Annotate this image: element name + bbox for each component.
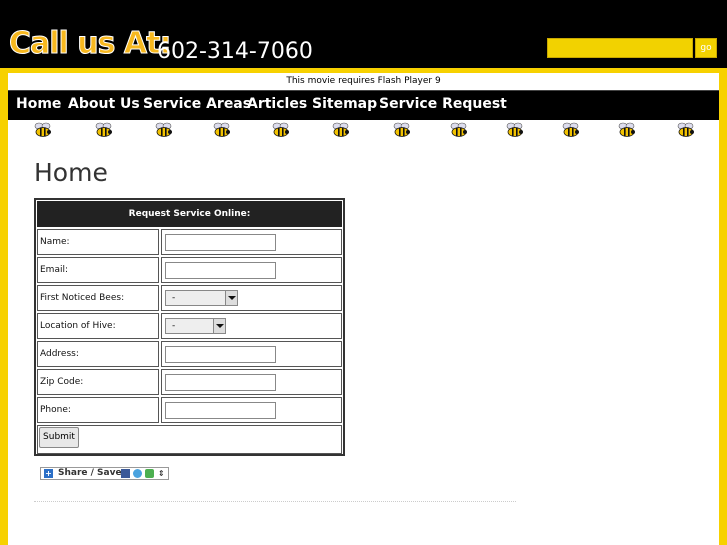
- first-noticed-label-cell: First Noticed Bees:: [37, 285, 159, 311]
- nav-item-about-us[interactable]: About Us: [68, 96, 140, 112]
- submit-cell: [37, 425, 342, 454]
- address-input[interactable]: [165, 346, 276, 363]
- first-noticed-select[interactable]: -: [165, 290, 238, 306]
- phone-label: Phone:: [40, 405, 71, 415]
- email-label-cell: Email:: [37, 257, 159, 283]
- hive-location-select[interactable]: -: [165, 318, 226, 334]
- name-label-cell: Name:: [37, 229, 159, 255]
- hive-location-label-cell: Location of Hive:: [37, 313, 159, 339]
- search-button[interactable]: go: [695, 38, 717, 58]
- phone-label-cell: Phone:: [37, 397, 159, 423]
- divider: [34, 501, 516, 502]
- phone-number: 602-314-7060: [157, 39, 313, 64]
- first-noticed-value: -: [172, 293, 176, 303]
- nav-item-sitemap[interactable]: Sitemap: [312, 96, 377, 112]
- chevron-down-icon: [213, 319, 225, 333]
- bee-icon: [506, 122, 523, 137]
- bee-border: [8, 121, 719, 141]
- nav-item-service-request[interactable]: Service Request: [379, 96, 507, 112]
- zip-label-cell: Zip Code:: [37, 369, 159, 395]
- search-input[interactable]: [547, 38, 693, 58]
- address-label-cell: Address:: [37, 341, 159, 367]
- zip-input-cell: [161, 369, 342, 395]
- bee-icon: [562, 122, 579, 137]
- email-label: Email:: [40, 265, 69, 275]
- main-nav: Home About Us Service Areas Articles Sit…: [8, 90, 719, 120]
- site-header: Call us At: 602-314-7060 go: [0, 0, 727, 68]
- facebook-icon: [121, 469, 130, 478]
- flash-notice: This movie requires Flash Player 9: [286, 76, 441, 86]
- service-request-form: Request Service Online: Name: Email: Fir…: [34, 198, 345, 456]
- nav-item-home[interactable]: Home: [16, 96, 61, 112]
- share-label: Share / Save: [58, 468, 122, 478]
- share-icon: [145, 469, 154, 478]
- phone-input[interactable]: [165, 402, 276, 419]
- share-save-button[interactable]: + Share / Save ⇕: [40, 467, 169, 480]
- twitter-icon: [133, 469, 142, 478]
- bee-icon: [95, 122, 112, 137]
- chevron-updown-icon: ⇕: [158, 469, 165, 478]
- phone-input-cell: [161, 397, 342, 423]
- first-noticed-input-cell: -: [161, 285, 342, 311]
- nav-item-articles[interactable]: Articles: [247, 96, 307, 112]
- share-plus-icon: +: [44, 469, 53, 478]
- page-title: Home: [34, 158, 108, 187]
- chevron-down-icon: [225, 291, 237, 305]
- address-input-cell: [161, 341, 342, 367]
- bee-icon: [618, 122, 635, 137]
- bee-icon: [450, 122, 467, 137]
- hive-location-label: Location of Hive:: [40, 321, 116, 331]
- bee-icon: [213, 122, 230, 137]
- nav-item-service-areas[interactable]: Service Areas: [143, 96, 251, 112]
- name-label: Name:: [40, 237, 70, 247]
- hive-location-value: -: [172, 321, 176, 331]
- bee-icon: [34, 122, 51, 137]
- form-heading: Request Service Online:: [37, 201, 342, 227]
- email-input[interactable]: [165, 262, 276, 279]
- name-input-cell: [161, 229, 342, 255]
- zip-input[interactable]: [165, 374, 276, 391]
- bee-icon: [272, 122, 289, 137]
- address-label: Address:: [40, 349, 79, 359]
- bee-icon: [332, 122, 349, 137]
- zip-label: Zip Code:: [40, 377, 84, 387]
- first-noticed-label: First Noticed Bees:: [40, 293, 125, 303]
- submit-button[interactable]: Submit: [39, 427, 79, 448]
- hive-location-input-cell: -: [161, 313, 342, 339]
- email-input-cell: [161, 257, 342, 283]
- bee-icon: [393, 122, 410, 137]
- name-input[interactable]: [165, 234, 276, 251]
- bee-icon: [677, 122, 694, 137]
- call-us-label: Call us At:: [9, 26, 172, 62]
- bee-icon: [155, 122, 172, 137]
